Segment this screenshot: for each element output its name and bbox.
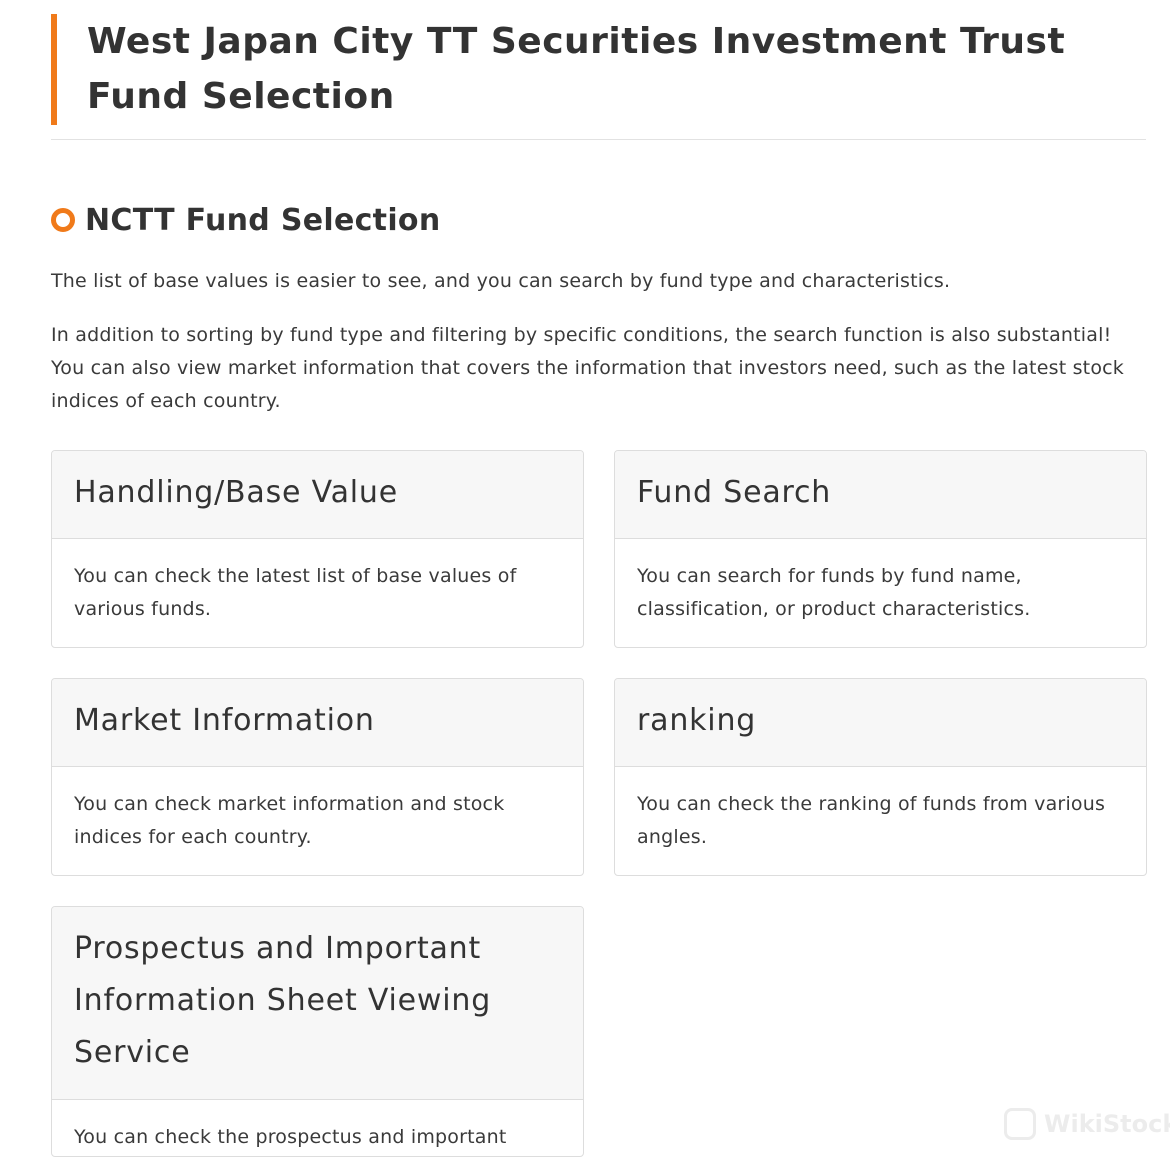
card-description: You can check market information and sto… bbox=[74, 793, 505, 848]
wikistock-logo-icon bbox=[1004, 1108, 1036, 1140]
circle-icon bbox=[51, 208, 75, 232]
section-title: NCTT Fund Selection bbox=[85, 202, 441, 238]
intro-text: The list of base values is easier to see… bbox=[51, 270, 951, 292]
card-title[interactable]: Prospectus and Important Information She… bbox=[52, 907, 583, 1100]
card-description: You can search for funds by fund name, c… bbox=[637, 565, 1031, 620]
card-title[interactable]: ranking bbox=[615, 679, 1146, 767]
watermark: WikiStock bbox=[1004, 1108, 1170, 1140]
header-accent-bar bbox=[51, 14, 57, 125]
card-description: You can check the latest list of base va… bbox=[74, 565, 517, 620]
card-handling-base-value[interactable]: Handling/Base Value You can check the la… bbox=[51, 450, 584, 648]
card-title[interactable]: Handling/Base Value bbox=[52, 451, 583, 539]
card-title[interactable]: Fund Search bbox=[615, 451, 1146, 539]
page-title: West Japan City TT Securities Investment… bbox=[87, 21, 1066, 117]
card-fund-search[interactable]: Fund Search You can search for funds by … bbox=[614, 450, 1147, 648]
card-ranking[interactable]: ranking You can check the ranking of fun… bbox=[614, 678, 1147, 876]
card-market-information[interactable]: Market Information You can check market … bbox=[51, 678, 584, 876]
card-description: You can check the ranking of funds from … bbox=[637, 793, 1106, 848]
card-title[interactable]: Market Information bbox=[52, 679, 583, 767]
watermark-text: WikiStock bbox=[1044, 1110, 1170, 1138]
card-description: You can check the prospectus and importa… bbox=[74, 1126, 507, 1148]
section-heading: NCTT Fund Selection bbox=[51, 198, 751, 242]
page-header: West Japan City TT Securities Investment… bbox=[51, 14, 1146, 140]
card-prospectus-viewing[interactable]: Prospectus and Important Information She… bbox=[51, 906, 584, 1157]
intro-text-detail: In addition to sorting by fund type and … bbox=[51, 324, 1125, 412]
